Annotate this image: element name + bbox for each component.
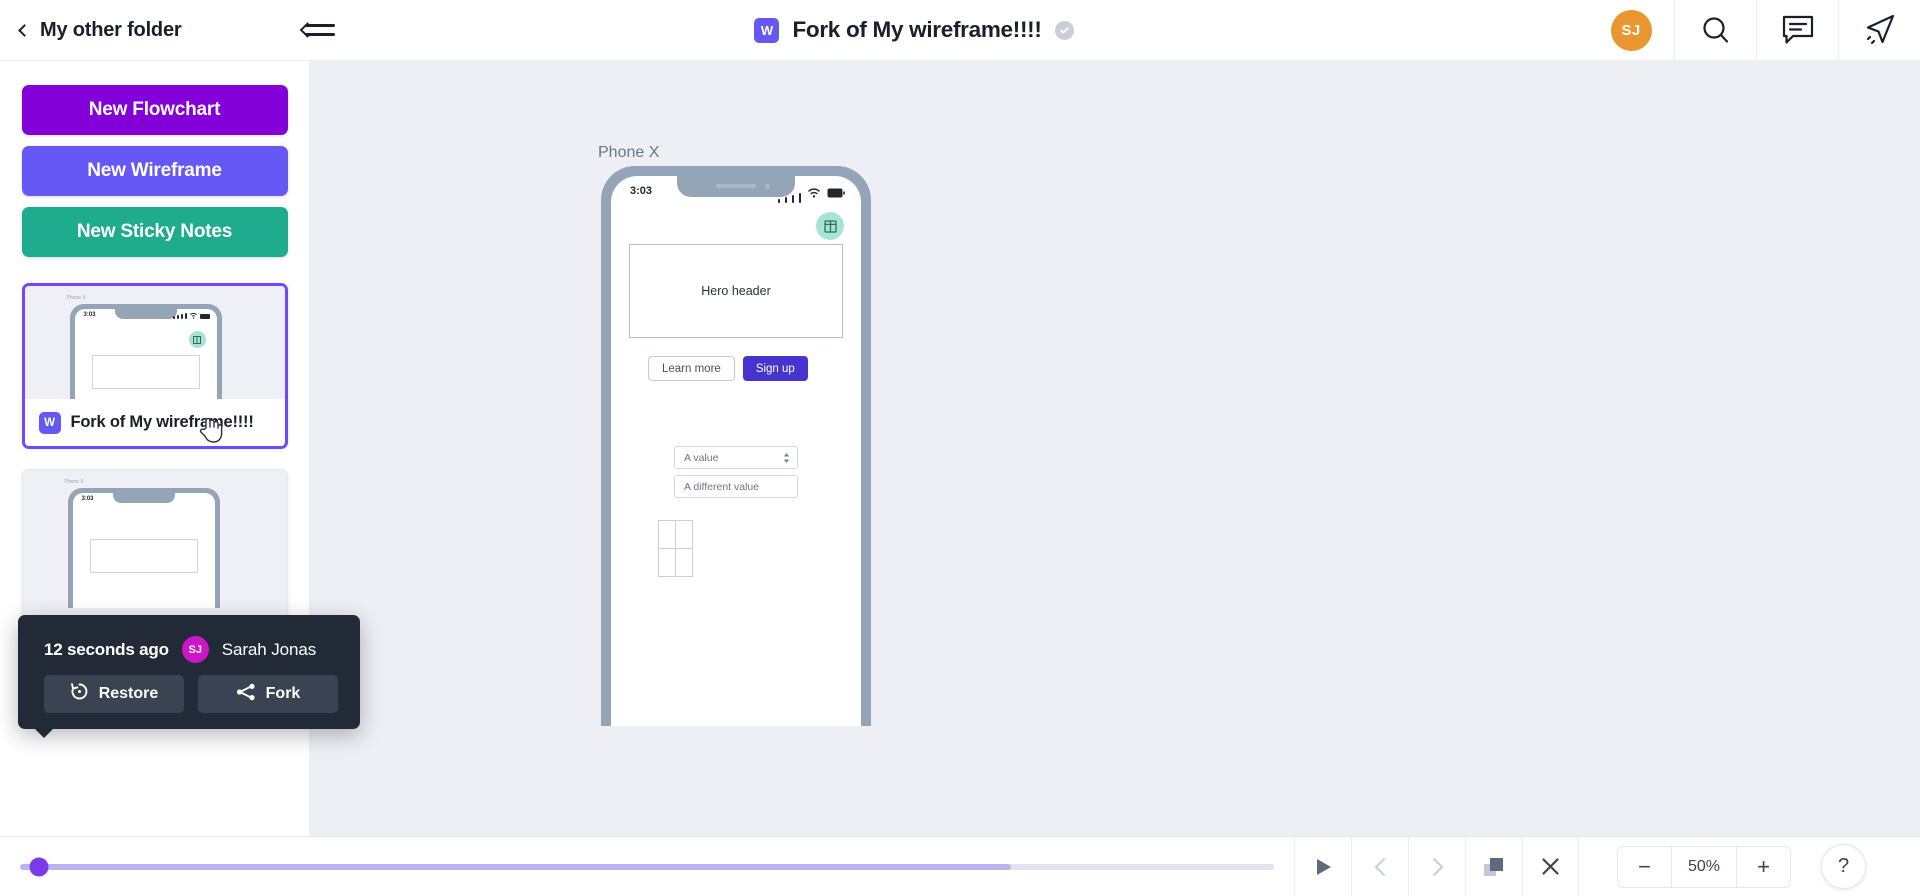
avatar[interactable]: SJ <box>1588 0 1674 60</box>
card-thumbnail: Phone X 3:03 <box>22 470 287 638</box>
list-item[interactable]: Phone X 3:03 <box>21 283 288 449</box>
zoom-controls: − 50% + <box>1617 845 1791 888</box>
collapse-sidebar-icon[interactable] <box>299 15 338 45</box>
top-bar: My other folder W Fork of My wireframe!!… <box>0 0 1920 61</box>
card-type-badge: W <box>38 411 61 434</box>
timeline-handle[interactable] <box>29 857 49 876</box>
different-value-input[interactable]: A different value <box>674 475 798 498</box>
phone-frame: 3:03 Hero header Learn more Sign up A va… <box>601 166 871 726</box>
status-bar-time: 3:03 <box>630 185 653 197</box>
card-label-row: W Fork of My wireframe!!!! <box>24 399 285 446</box>
timeline-track[interactable] <box>20 857 1274 876</box>
playback-controls <box>1294 836 1579 896</box>
grid-cell <box>674 519 693 549</box>
send-icon[interactable] <box>1838 0 1920 60</box>
author-avatar: SJ <box>181 636 209 663</box>
stepper-icon <box>783 452 790 463</box>
grid-cell <box>657 547 676 577</box>
signal-bar <box>785 197 787 203</box>
version-meta-row: 12 seconds ago SJ Sarah Jonas <box>18 615 360 663</box>
close-button[interactable] <box>1522 836 1579 896</box>
thumb-phone: 3:03 <box>67 488 220 608</box>
thumb-teal-icon <box>188 331 206 348</box>
thumb-hero-box <box>91 355 200 389</box>
help-button[interactable]: ? <box>1821 844 1866 889</box>
status-bar-icons <box>778 185 845 203</box>
thumb-status-time: 3:03 <box>81 496 94 502</box>
value-select[interactable]: A value <box>674 446 798 469</box>
playback-bar: − 50% + ? <box>0 836 1920 896</box>
learn-more-button[interactable]: Learn more <box>648 356 735 381</box>
timeline-slider[interactable] <box>0 857 1294 876</box>
thumb-screen: 3:03 <box>74 309 217 399</box>
signal-bar <box>799 193 801 203</box>
timeline-fill <box>20 863 1011 870</box>
comment-icon[interactable] <box>1756 0 1838 60</box>
fork-label: Fork <box>265 685 301 702</box>
verified-check-icon <box>1054 20 1074 40</box>
search-icon[interactable] <box>1674 0 1756 60</box>
new-flowchart-button[interactable]: New Flowchart <box>21 85 288 135</box>
play-button[interactable] <box>1294 836 1351 896</box>
frame-label: Phone X <box>598 144 660 161</box>
version-history-popup: 12 seconds ago SJ Sarah Jonas Restore Fo… <box>18 615 360 738</box>
zoom-in-button[interactable]: + <box>1737 847 1790 887</box>
zoom-level: 50% <box>1671 846 1737 887</box>
thumb-frame-label: Phone X <box>66 295 86 301</box>
restore-button[interactable]: Restore <box>44 675 184 713</box>
grid-placeholder[interactable] <box>657 519 693 577</box>
camera-icon <box>765 184 770 189</box>
signal-bar <box>792 195 794 203</box>
new-sticky-notes-button[interactable]: New Sticky Notes <box>21 207 288 257</box>
wifi-icon <box>808 185 820 203</box>
avatar-initials: SJ <box>1610 9 1652 51</box>
version-actions-row: Restore Fork <box>18 663 360 713</box>
teal-widget-icon[interactable] <box>816 212 844 240</box>
thumb-status-time: 3:03 <box>83 312 96 318</box>
thumb-status-icons <box>172 313 210 319</box>
app-root: My other folder W Fork of My wireframe!!… <box>0 0 1920 896</box>
fork-button[interactable]: Fork <box>198 675 338 713</box>
previous-button[interactable] <box>1351 836 1408 896</box>
zoom-out-button[interactable]: − <box>1618 847 1671 887</box>
back-label: My other folder <box>40 18 182 41</box>
speaker-icon <box>716 184 756 188</box>
version-timestamp: 12 seconds ago <box>44 639 169 659</box>
document-title-group: W Fork of My wireframe!!!! <box>240 0 1588 60</box>
phone-screen: 3:03 Hero header Learn more Sign up A va… <box>611 176 861 726</box>
signal-bar <box>778 199 780 203</box>
card-title: Fork of My wireframe!!!! <box>70 413 254 431</box>
value-select-label: A value <box>684 451 719 464</box>
document-type-badge: W <box>754 17 780 43</box>
thumb-phone: 3:03 <box>69 304 222 399</box>
canvas[interactable]: Phone X 3:03 Hero header Learn more Sign… <box>310 61 1920 896</box>
sign-up-button[interactable]: Sign up <box>742 356 808 381</box>
thumb-notch <box>112 493 175 503</box>
thumb-notch <box>114 309 177 319</box>
new-wireframe-button[interactable]: New Wireframe <box>21 146 288 196</box>
list-item[interactable]: Phone X 3:03 <box>21 469 288 639</box>
next-button[interactable] <box>1408 836 1465 896</box>
grid-cell <box>657 519 676 549</box>
card-thumbnail: Phone X 3:03 <box>24 286 285 399</box>
author-name: Sarah Jonas <box>221 639 317 659</box>
top-bar-right: SJ <box>1588 0 1920 60</box>
compare-button[interactable] <box>1465 836 1522 896</box>
thumb-frame-label: Phone X <box>64 479 84 485</box>
page-title[interactable]: Fork of My wireframe!!!! <box>792 17 1041 43</box>
fork-icon <box>236 683 256 706</box>
grid-cell <box>674 547 693 577</box>
chevron-left-icon <box>18 23 31 37</box>
thumb-screen: 3:03 <box>72 493 215 608</box>
thumb-hero-box <box>89 539 198 573</box>
back-to-folder-link[interactable]: My other folder <box>18 18 182 42</box>
restore-label: Restore <box>98 685 159 702</box>
hero-header-box[interactable]: Hero header <box>629 244 843 338</box>
battery-icon <box>827 185 845 203</box>
restore-icon <box>70 682 89 706</box>
sidebar: New Flowchart New Wireframe New Sticky N… <box>0 61 310 896</box>
cta-button-row: Learn more Sign up <box>648 356 808 381</box>
